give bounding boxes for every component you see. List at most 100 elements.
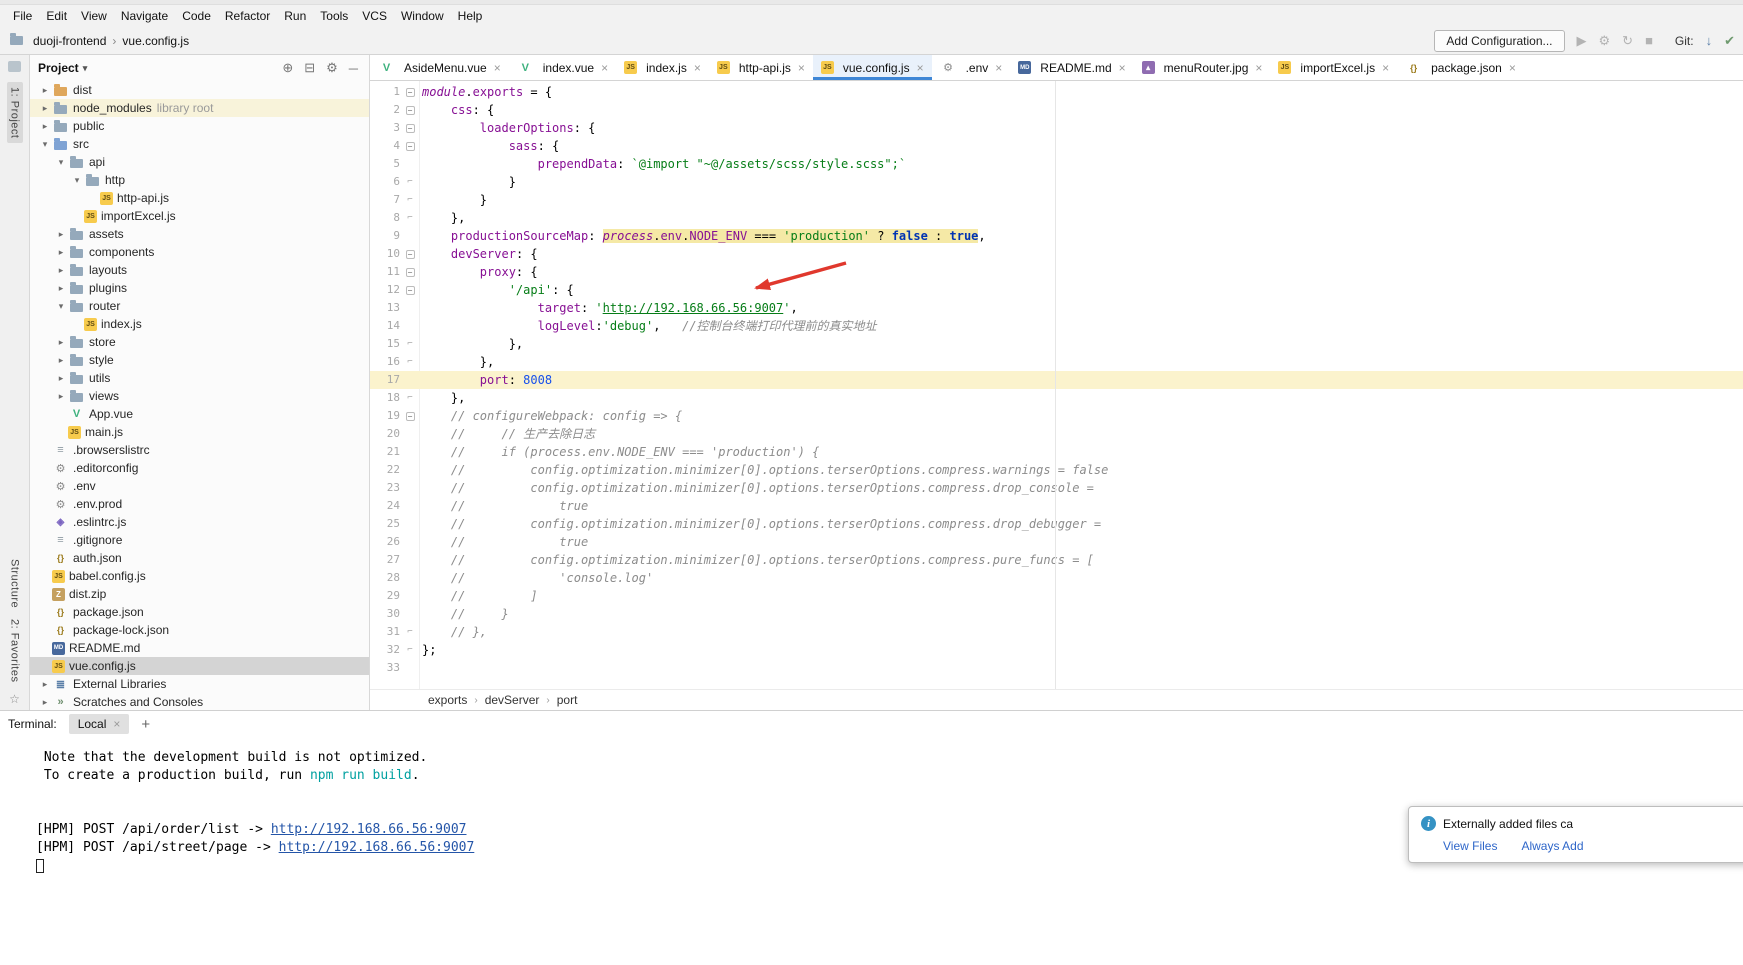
tab-http-api-js[interactable]: JShttp-api.js× [709, 55, 813, 80]
fold-icon[interactable]: − [406, 250, 415, 259]
chevron-right-icon[interactable]: ▸ [54, 247, 68, 258]
menu-item-tools[interactable]: Tools [313, 7, 355, 25]
tree-item-importexcel-js[interactable]: JSimportExcel.js [30, 207, 369, 225]
code-line[interactable]: 29 // ] [370, 587, 1743, 605]
tab-asidemenu-vue[interactable]: VAsideMenu.vue× [370, 55, 509, 80]
close-icon[interactable]: × [494, 61, 501, 75]
close-icon[interactable]: × [1255, 61, 1262, 75]
code-line[interactable]: 6⌐ } [370, 173, 1743, 191]
code-line[interactable]: 11− proxy: { [370, 263, 1743, 281]
tree-item-src[interactable]: ▾src [30, 135, 369, 153]
tree-item-layouts[interactable]: ▸layouts [30, 261, 369, 279]
fold-icon[interactable]: − [406, 268, 415, 277]
fold-icon[interactable]: − [406, 124, 415, 133]
new-terminal-button[interactable]: + [141, 716, 150, 733]
fold-icon[interactable]: − [406, 106, 415, 115]
tab-readme-md[interactable]: MDREADME.md× [1010, 55, 1133, 80]
add-configuration-button[interactable]: Add Configuration... [1434, 30, 1564, 52]
chevron-right-icon[interactable]: ▸ [38, 103, 52, 114]
tree-item-router[interactable]: ▾router [30, 297, 369, 315]
tree-item-env-prod[interactable]: ⚙.env.prod [30, 495, 369, 513]
code-line[interactable]: 33 [370, 659, 1743, 677]
code-line[interactable]: 16⌐ }, [370, 353, 1743, 371]
chevron-right-icon[interactable]: ▸ [38, 679, 52, 690]
fold-end-icon[interactable]: ⌐ [407, 209, 412, 227]
chevron-right-icon[interactable]: ▸ [38, 697, 52, 708]
tree-item-external-libraries[interactable]: ▸≣External Libraries [30, 675, 369, 693]
fold-end-icon[interactable]: ⌐ [407, 353, 412, 371]
breadcrumb-project[interactable]: duoji-frontend [33, 34, 106, 48]
tree-item-http[interactable]: ▾http [30, 171, 369, 189]
chevron-right-icon[interactable]: ▸ [54, 337, 68, 348]
code-line[interactable]: 32⌐}; [370, 641, 1743, 659]
close-icon[interactable]: × [995, 61, 1002, 75]
favorites-star-icon[interactable]: ☆ [9, 692, 20, 706]
tree-item-editorconfig[interactable]: ⚙.editorconfig [30, 459, 369, 477]
close-icon[interactable]: × [694, 61, 701, 75]
tree-item-http-api-js[interactable]: JShttp-api.js [30, 189, 369, 207]
fold-end-icon[interactable]: ⌐ [407, 335, 412, 353]
code-line[interactable]: 15⌐ }, [370, 335, 1743, 353]
tree-item-views[interactable]: ▸views [30, 387, 369, 405]
menu-item-file[interactable]: File [6, 7, 39, 25]
code-line[interactable]: 21 // if (process.env.NODE_ENV === 'prod… [370, 443, 1743, 461]
code-line[interactable]: 4− sass: { [370, 137, 1743, 155]
collapse-all-icon[interactable]: ⊟ [301, 60, 318, 76]
fold-end-icon[interactable]: ⌐ [407, 173, 412, 191]
tree-item-package-lock-json[interactable]: {}package-lock.json [30, 621, 369, 639]
tree-item-index-js[interactable]: JSindex.js [30, 315, 369, 333]
tab-vue-config-js[interactable]: JSvue.config.js× [813, 55, 932, 80]
tab-index-js[interactable]: JSindex.js× [616, 55, 709, 80]
close-icon[interactable]: × [601, 61, 608, 75]
tree-item-api[interactable]: ▾api [30, 153, 369, 171]
tree-item-plugins[interactable]: ▸plugins [30, 279, 369, 297]
chevron-right-icon[interactable]: ▸ [38, 85, 52, 96]
terminal-tab-local[interactable]: Local × [69, 714, 130, 734]
code-line[interactable]: 10− devServer: { [370, 245, 1743, 263]
tab-package-json[interactable]: {}package.json× [1397, 55, 1524, 80]
editor-breadcrumb-exports[interactable]: exports [428, 693, 467, 707]
tree-item-gitignore[interactable]: ≡.gitignore [30, 531, 369, 549]
code-line[interactable]: 14 logLevel:'debug', //控制台终端打印代理前的真实地址 [370, 317, 1743, 335]
fold-icon[interactable]: − [406, 412, 415, 421]
code-line[interactable]: 19− // configureWebpack: config => { [370, 407, 1743, 425]
chevron-right-icon[interactable]: ▸ [54, 229, 68, 240]
chevron-right-icon[interactable]: ▸ [54, 373, 68, 384]
close-icon[interactable]: × [798, 61, 805, 75]
tree-item-style[interactable]: ▸style [30, 351, 369, 369]
chevron-down-icon[interactable]: ▾ [38, 139, 52, 150]
tree-item-env[interactable]: ⚙.env [30, 477, 369, 495]
code-line[interactable]: 27 // config.optimization.minimizer[0].o… [370, 551, 1743, 569]
menu-item-edit[interactable]: Edit [39, 7, 74, 25]
close-icon[interactable]: × [917, 61, 924, 75]
menu-item-run[interactable]: Run [277, 7, 313, 25]
fold-end-icon[interactable]: ⌐ [407, 623, 412, 641]
stripe-button-2-favorites[interactable]: 2: Favorites [9, 619, 21, 682]
chevron-right-icon[interactable]: ▸ [54, 355, 68, 366]
project-panel-title[interactable]: Project ▾ [38, 61, 87, 75]
tab-importexcel-js[interactable]: JSimportExcel.js× [1270, 55, 1397, 80]
tree-item-node-modules[interactable]: ▸node_moduleslibrary root [30, 99, 369, 117]
breadcrumb-file[interactable]: vue.config.js [122, 34, 189, 48]
tab-env[interactable]: ⚙.env× [932, 55, 1011, 80]
code-area[interactable]: 1−module.exports = {2− css: {3− loaderOp… [370, 81, 1743, 689]
tree-item-package-json[interactable]: {}package.json [30, 603, 369, 621]
fold-icon[interactable]: − [406, 142, 415, 151]
fold-end-icon[interactable]: ⌐ [407, 641, 412, 659]
tree-item-store[interactable]: ▸store [30, 333, 369, 351]
terminal-cursor[interactable] [36, 859, 44, 873]
fold-icon[interactable]: − [406, 286, 415, 295]
code-line[interactable]: 17 port: 8008 [370, 371, 1743, 389]
rerun-icon[interactable]: ↻ [1622, 33, 1633, 49]
stripe-button-structure[interactable]: Structure [9, 559, 21, 608]
tree-item-dist-zip[interactable]: Zdist.zip [30, 585, 369, 603]
menu-item-help[interactable]: Help [451, 7, 490, 25]
code-line[interactable]: 12− '/api': { [370, 281, 1743, 299]
vcs-update-icon[interactable]: ↓ [1706, 33, 1713, 48]
chevron-right-icon[interactable]: ▸ [54, 265, 68, 276]
always-add-link[interactable]: Always Add [1521, 839, 1583, 853]
code-line[interactable]: 5 prependData: `@import "~@/assets/scss/… [370, 155, 1743, 173]
view-files-link[interactable]: View Files [1443, 839, 1497, 853]
run-icon[interactable]: ▶ [1577, 33, 1587, 49]
code-line[interactable]: 7⌐ } [370, 191, 1743, 209]
